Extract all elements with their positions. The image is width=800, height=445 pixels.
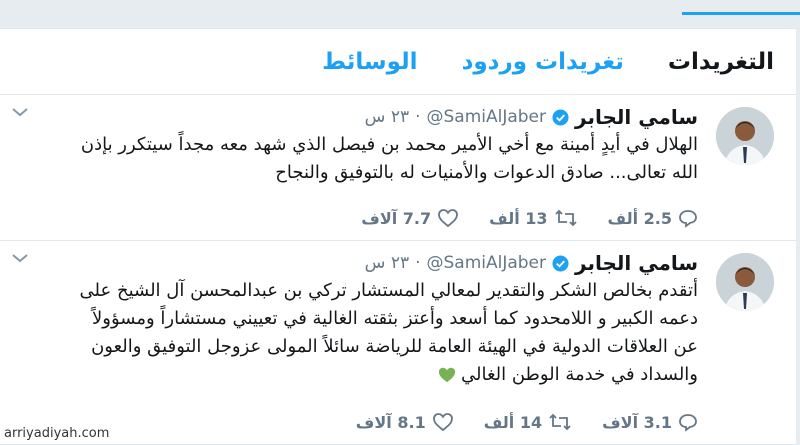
tweet-text: الهلال في أيدٍ أمينة مع أخي الأمير محمد … xyxy=(20,131,698,187)
reply-count: 2.5 ألف xyxy=(607,208,672,228)
reply-count: 3.1 آلاف xyxy=(602,412,672,432)
verified-badge-icon xyxy=(552,108,569,126)
like-count: 8.1 آلاف xyxy=(355,412,426,432)
green-heart-icon xyxy=(438,367,456,383)
reply-icon xyxy=(679,210,697,228)
tweet[interactable]: سامي الجابر @SamiAlJaber · ٢٣ س الهلال ف… xyxy=(0,95,796,241)
like-count: 7.7 آلاف xyxy=(361,208,432,228)
tab-media[interactable]: الوسائط xyxy=(322,49,417,75)
reply-button[interactable]: 2.5 ألف xyxy=(608,208,698,228)
avatar[interactable] xyxy=(716,107,774,165)
tweet[interactable]: سامي الجابر @SamiAlJaber · ٢٣ س أتقدم بخ… xyxy=(0,241,796,445)
tweet-text-last-line: والسداد في خدمة الوطن الغالي xyxy=(20,361,698,389)
reply-button[interactable]: 3.1 آلاف xyxy=(602,412,698,432)
verified-badge-icon xyxy=(552,254,569,272)
timeline-tabs: التغريدات تغريدات وردود الوسائط xyxy=(0,29,796,95)
tweet-header: سامي الجابر @SamiAlJaber · ٢٣ س xyxy=(365,251,698,275)
tweet-timestamp[interactable]: ٢٣ س xyxy=(365,107,409,127)
watermark: arriyadiyah.com xyxy=(4,426,110,441)
active-nav-underline xyxy=(682,12,800,15)
tweet-text-line: والسداد في خدمة الوطن الغالي xyxy=(460,364,698,385)
like-icon xyxy=(432,413,453,432)
retweet-count: 14 ألف xyxy=(483,412,543,432)
retweet-icon xyxy=(549,413,571,431)
like-button[interactable]: 8.1 آلاف xyxy=(356,412,454,432)
tweet-text-line: أتقدم بخالص الشكر والتقدير لمعالي المستش… xyxy=(79,280,698,301)
tweet-actions: 2.5 ألف 13 ألف 7.7 آلاف xyxy=(331,208,698,228)
separator-dot: · xyxy=(415,253,421,273)
retweet-button[interactable]: 14 ألف xyxy=(484,412,572,432)
chevron-down-icon[interactable] xyxy=(10,251,30,265)
tab-tweets[interactable]: التغريدات xyxy=(668,49,774,75)
tweet-text-line: الله تعالى... صادق الدعوات والأمنيات له … xyxy=(275,162,698,183)
tweet-text-line: دعمه الكبير و اللامحدود كما أسعد وأعتز ب… xyxy=(92,308,698,329)
retweet-count: 13 ألف xyxy=(489,208,548,228)
avatar[interactable] xyxy=(716,253,774,311)
display-name[interactable]: سامي الجابر xyxy=(575,105,698,129)
tweet-text-line: عن العلاقات الدولية في الهيئة العامة للر… xyxy=(91,336,698,357)
profile-timeline-panel: التغريدات تغريدات وردود الوسائط سامي الج… xyxy=(0,28,796,445)
reply-icon xyxy=(679,414,697,432)
tweet-text-line: الهلال في أيدٍ أمينة مع أخي الأمير محمد … xyxy=(80,134,698,155)
top-strip xyxy=(0,0,800,28)
retweet-icon xyxy=(554,209,577,227)
username-handle[interactable]: @SamiAlJaber xyxy=(426,107,546,127)
tweet-header: سامي الجابر @SamiAlJaber · ٢٣ س xyxy=(365,105,698,129)
retweet-button[interactable]: 13 ألف xyxy=(489,208,577,228)
tab-tweets-and-replies[interactable]: تغريدات وردود xyxy=(462,49,624,75)
like-icon xyxy=(438,209,459,228)
username-handle[interactable]: @SamiAlJaber xyxy=(426,253,546,273)
like-button[interactable]: 7.7 آلاف xyxy=(361,208,459,228)
separator-dot: · xyxy=(415,107,421,127)
tweet-timestamp[interactable]: ٢٣ س xyxy=(365,253,409,273)
display-name[interactable]: سامي الجابر xyxy=(575,251,698,275)
tweet-text: أتقدم بخالص الشكر والتقدير لمعالي المستش… xyxy=(20,277,698,389)
chevron-down-icon[interactable] xyxy=(10,105,30,119)
tweet-actions: 3.1 آلاف 14 ألف 8.1 آلاف xyxy=(326,412,698,432)
